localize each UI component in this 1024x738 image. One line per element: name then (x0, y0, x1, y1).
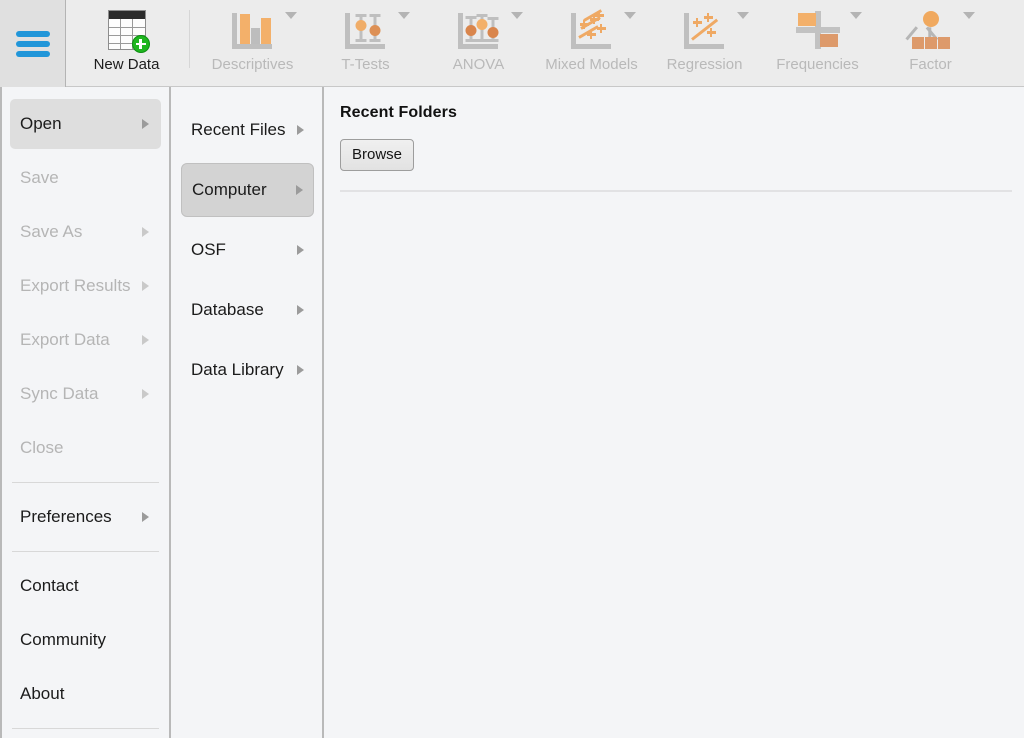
source-item-label: Database (191, 300, 264, 319)
ribbon-label-t-tests: T-Tests (341, 56, 390, 73)
menu-item-sync-data[interactable]: Sync Data (10, 369, 161, 419)
menu-item-export-results[interactable]: Export Results (10, 261, 161, 311)
menu-item-label: About (20, 684, 65, 703)
chevron-down-icon[interactable] (850, 12, 862, 19)
chevron-down-icon[interactable] (624, 12, 636, 19)
source-item-label: OSF (191, 240, 226, 259)
menu-item-close[interactable]: Close (10, 423, 161, 473)
ribbon-button-mixed-models[interactable]: Mixed Models (535, 0, 648, 84)
file-menu-actions-column: Open Save Save As Export Results Export … (0, 87, 171, 738)
menu-item-label: Open (20, 114, 62, 133)
bar-chart-icon (231, 6, 274, 54)
menu-item-open[interactable]: Open (10, 99, 161, 149)
page-title: Recent Folders (340, 104, 457, 121)
new-data-sheet-icon (107, 6, 150, 54)
menu-item-export-data[interactable]: Export Data (10, 315, 161, 365)
menu-item-community[interactable]: Community (10, 615, 161, 665)
chevron-right-icon (297, 305, 304, 315)
menu-item-label: Sync Data (20, 384, 99, 403)
ribbon-label-regression: Regression (666, 56, 743, 73)
chevron-right-icon (296, 185, 303, 195)
menu-item-contact[interactable]: Contact (10, 561, 161, 611)
chevron-right-icon (142, 335, 149, 345)
ribbon-toolbar: New Data Descriptives T-Tests ANOVA Mixe… (0, 0, 1024, 87)
menu-item-label: Save (20, 168, 59, 187)
menu-item-label: Export Data (20, 330, 110, 349)
ribbon-button-factor[interactable]: Factor (874, 0, 987, 84)
ribbon-label-factor: Factor (909, 56, 952, 73)
scatter-fit-line-icon (683, 6, 726, 54)
cross-table-icon (795, 6, 840, 54)
ribbon-button-frequencies[interactable]: Frequencies (761, 0, 874, 84)
chevron-right-icon (142, 119, 149, 129)
ribbon-label-frequencies: Frequencies (776, 56, 859, 73)
chevron-right-icon (297, 245, 304, 255)
menu-item-save-as[interactable]: Save As (10, 207, 161, 257)
ribbon-button-descriptives[interactable]: Descriptives (196, 0, 309, 84)
menu-item-preferences[interactable]: Preferences (10, 492, 161, 542)
file-menu-sources-column: Recent Files Computer OSF Database Data … (173, 87, 324, 738)
chevron-down-icon[interactable] (398, 12, 410, 19)
chevron-down-icon[interactable] (511, 12, 523, 19)
menu-item-label: Preferences (20, 507, 112, 526)
lollipop-pair-icon (344, 6, 387, 54)
chevron-right-icon (142, 512, 149, 522)
menu-item-label: Contact (20, 576, 79, 595)
chevron-right-icon (297, 125, 304, 135)
menu-item-label: Community (20, 630, 106, 649)
ribbon-label-anova: ANOVA (452, 56, 505, 73)
source-item-database[interactable]: Database (181, 283, 314, 337)
source-item-data-library[interactable]: Data Library (181, 343, 314, 397)
chevron-right-icon (142, 227, 149, 237)
file-menu-panel: Open Save Save As Export Results Export … (0, 87, 1024, 738)
chevron-down-icon[interactable] (285, 12, 297, 19)
menu-item-save[interactable]: Save (10, 153, 161, 203)
source-item-computer[interactable]: Computer (181, 163, 314, 217)
menu-item-label: Close (20, 438, 64, 457)
chevron-right-icon (297, 365, 304, 375)
lollipop-triple-icon (457, 6, 500, 54)
source-item-label: Data Library (191, 360, 284, 379)
chevron-right-icon (142, 389, 149, 399)
ribbon-button-anova[interactable]: ANOVA (422, 0, 535, 84)
content-divider (340, 190, 1012, 192)
factor-diagram-icon (905, 6, 953, 54)
hamburger-icon (15, 30, 50, 57)
ribbon-separator (189, 10, 190, 68)
source-item-osf[interactable]: OSF (181, 223, 314, 277)
ribbon-label-descriptives: Descriptives (211, 56, 294, 73)
menu-separator (12, 482, 159, 483)
browse-button[interactable]: Browse (340, 139, 415, 171)
menu-item-label: Export Results (20, 276, 131, 295)
ribbon-label-mixed-models: Mixed Models (545, 56, 638, 73)
chevron-down-icon[interactable] (737, 12, 749, 19)
menu-separator (12, 551, 159, 552)
menu-separator (12, 728, 159, 729)
ribbon-label-new-data: New Data (93, 56, 160, 73)
ribbon-items: New Data Descriptives T-Tests ANOVA Mixe… (66, 0, 1024, 86)
source-item-recent-files[interactable]: Recent Files (181, 103, 314, 157)
hamburger-menu-button[interactable] (0, 0, 66, 87)
recent-folders-panel: Recent Folders Browse (326, 87, 1024, 738)
menu-item-about[interactable]: About (10, 669, 161, 719)
chevron-down-icon[interactable] (963, 12, 975, 19)
ribbon-button-t-tests[interactable]: T-Tests (309, 0, 422, 84)
menu-item-label: Save As (20, 222, 83, 241)
ribbon-button-new-data[interactable]: New Data (70, 0, 183, 84)
source-item-label: Recent Files (191, 120, 286, 139)
ribbon-button-regression[interactable]: Regression (648, 0, 761, 84)
source-item-label: Computer (192, 180, 267, 199)
chevron-right-icon (142, 281, 149, 291)
multi-scatter-icon (570, 6, 613, 54)
